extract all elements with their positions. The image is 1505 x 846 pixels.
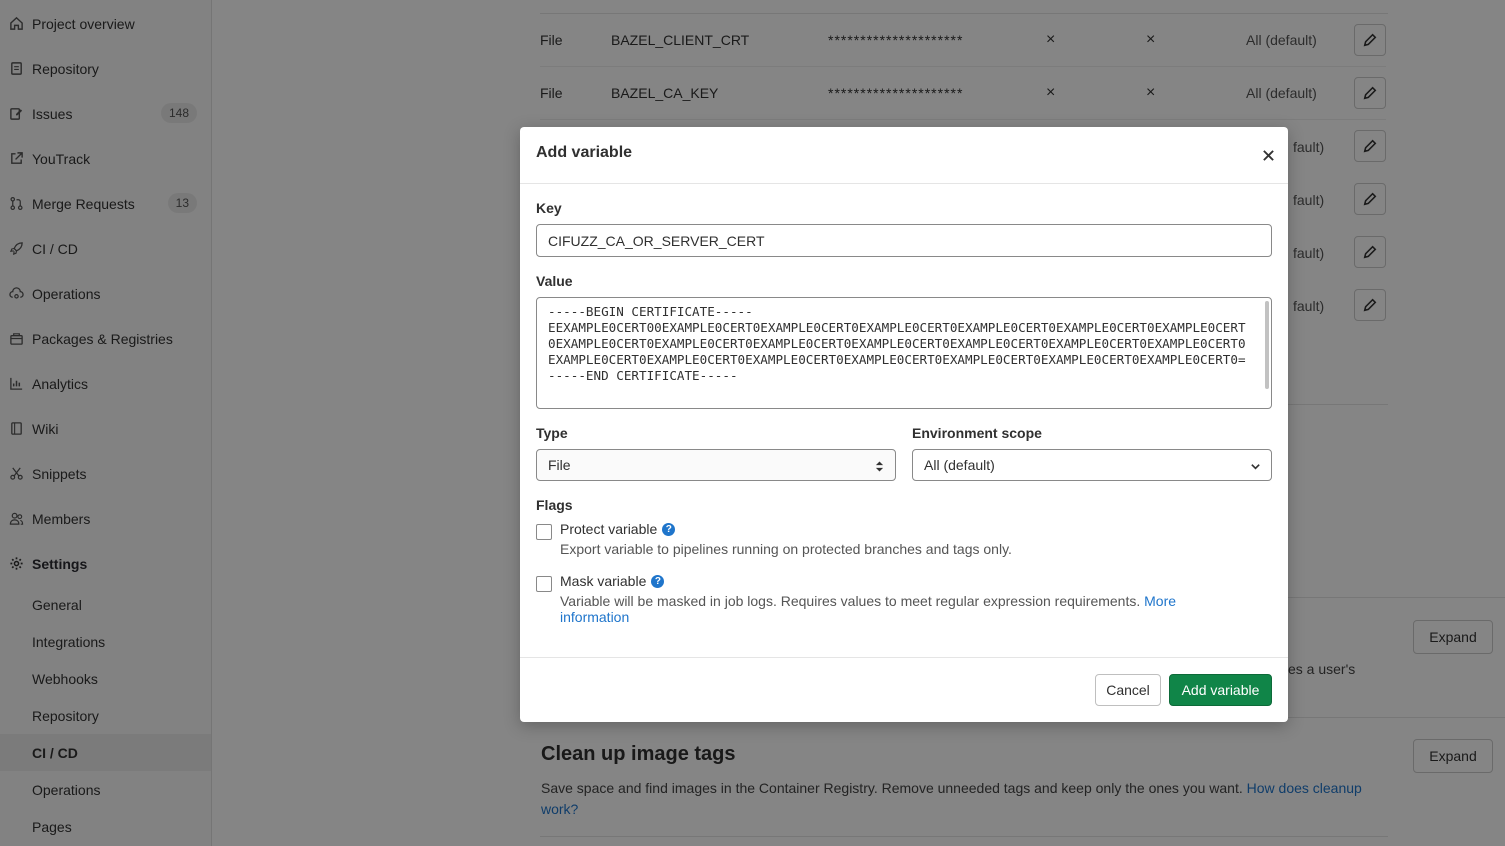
environment-scope-select[interactable]: All (default) xyxy=(912,449,1272,481)
key-input[interactable] xyxy=(536,224,1272,257)
add-variable-button[interactable]: Add variable xyxy=(1169,674,1272,706)
type-select[interactable]: File xyxy=(536,449,896,481)
modal-footer: Cancel Add variable xyxy=(520,657,1288,722)
mask-variable-label: Mask variable ? xyxy=(560,573,665,589)
protect-variable-checkbox[interactable] xyxy=(536,524,552,540)
add-variable-modal: Add variable Key Value -----BEGIN CERTIF… xyxy=(520,127,1288,722)
env-select-value: All (default) xyxy=(924,457,995,473)
mask-variable-checkbox[interactable] xyxy=(536,576,552,592)
close-icon xyxy=(1262,149,1274,161)
cancel-button[interactable]: Cancel xyxy=(1095,674,1161,706)
flags-label: Flags xyxy=(536,497,573,513)
protect-variable-help: Export variable to pipelines running on … xyxy=(560,541,1012,557)
chevron-down-icon xyxy=(1249,459,1261,473)
env-scope-label: Environment scope xyxy=(912,425,1042,441)
type-select-value: File xyxy=(548,457,571,473)
mask-variable-text: Mask variable xyxy=(560,573,647,589)
modal-title: Add variable xyxy=(536,144,633,161)
value-textarea[interactable]: -----BEGIN CERTIFICATE----- EEXAMPLE0CER… xyxy=(536,297,1272,409)
question-icon[interactable]: ? xyxy=(662,522,676,536)
type-label: Type xyxy=(536,425,568,441)
mask-variable-help: Variable will be masked in job logs. Req… xyxy=(560,593,1200,625)
value-scrollbar[interactable] xyxy=(1265,301,1269,389)
protect-variable-label: Protect variable ? xyxy=(560,521,676,537)
value-label: Value xyxy=(536,273,573,289)
protect-variable-text: Protect variable xyxy=(560,521,658,537)
mask-help-text: Variable will be masked in job logs. Req… xyxy=(560,593,1141,609)
close-button[interactable] xyxy=(1258,145,1278,165)
modal-header: Add variable xyxy=(520,127,1288,184)
sort-arrows-icon xyxy=(873,459,885,473)
question-icon[interactable]: ? xyxy=(651,574,665,588)
key-label: Key xyxy=(536,200,562,216)
